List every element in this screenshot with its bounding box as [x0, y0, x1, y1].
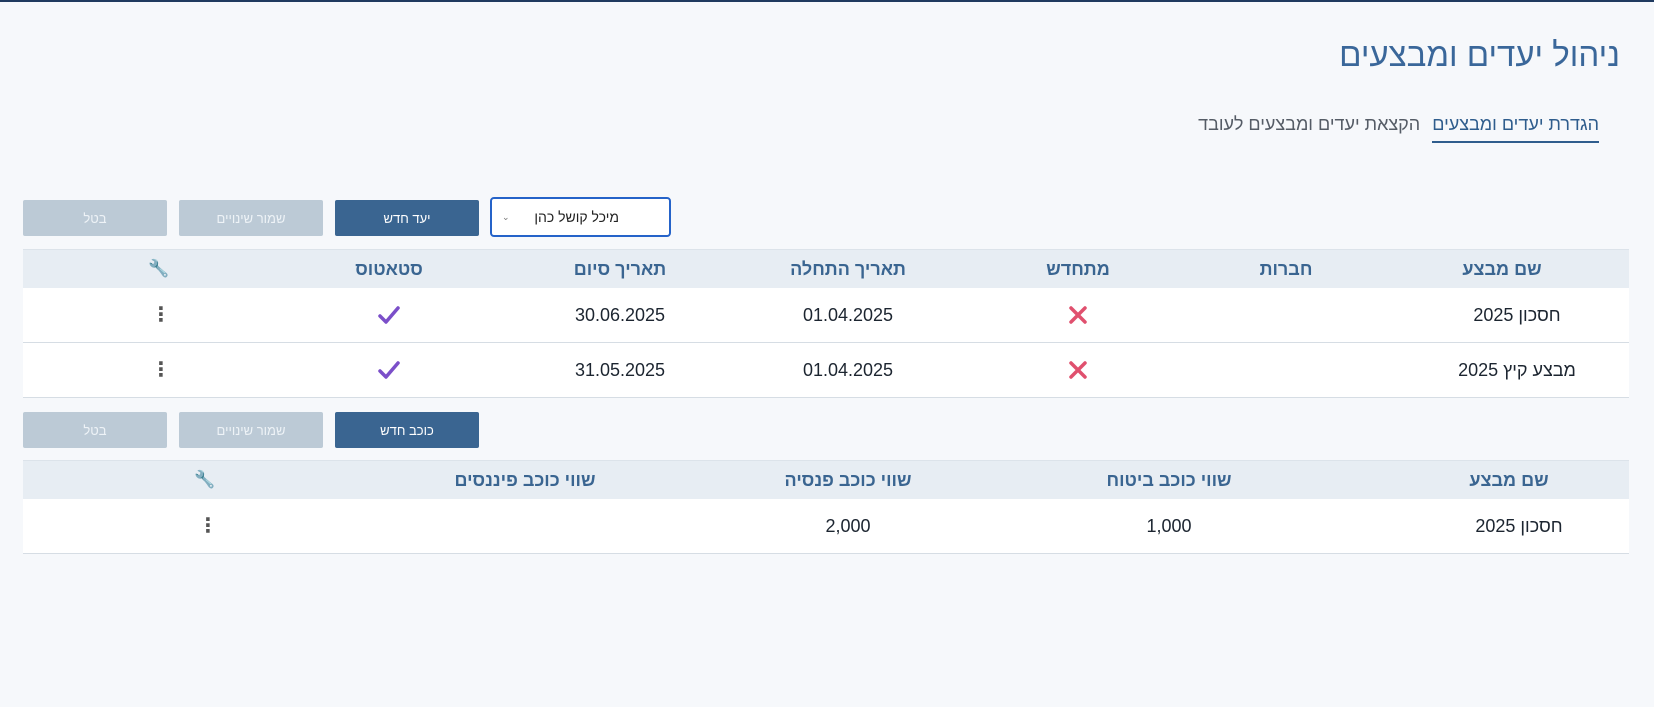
cross-icon — [1067, 304, 1089, 326]
cell-end-date: 31.05.2025 — [574, 359, 666, 380]
cell-start-date: 01.04.2025 — [802, 359, 894, 380]
employee-select[interactable]: מיכל קושל כהן ⌄ — [490, 197, 671, 237]
col-campaign-name: שם מבצע — [1462, 258, 1542, 279]
row-menu-icon[interactable]: ⋮ — [198, 516, 218, 536]
save-changes-button[interactable]: שמור שינויים — [179, 412, 323, 448]
col-status: סטאטוס — [355, 258, 423, 279]
col-pension-star: שווי כוכב פנסיה — [784, 469, 912, 490]
check-icon — [378, 360, 400, 380]
col-end-date: תאריך סיום — [573, 258, 667, 279]
check-icon — [378, 305, 400, 325]
cell-start-date: 01.04.2025 — [802, 304, 894, 325]
table-row[interactable]: חסכון 2025 01.04.2025 30.06.2025 ⋮ — [23, 288, 1629, 343]
row-menu-icon[interactable]: ⋮ — [151, 360, 171, 380]
col-finance-star: שווי כוכב פיננסים — [454, 469, 596, 490]
col-recurring: מתחדש — [1046, 258, 1110, 279]
new-star-button[interactable]: כוכב חדש — [335, 412, 479, 448]
table-row[interactable]: מבצע קיץ 2025 01.04.2025 31.05.2025 ⋮ — [23, 343, 1629, 398]
col-insurance-star: שווי כוכב ביטוח — [1106, 469, 1232, 490]
tab-define-goals[interactable]: הגדרת יעדים ומבצעים — [1432, 112, 1599, 143]
cell-pension-star: 2,000 — [825, 515, 871, 536]
cross-icon — [1067, 359, 1089, 381]
cancel-button[interactable]: בטל — [23, 200, 167, 236]
save-changes-button[interactable]: שמור שינויים — [179, 200, 323, 236]
table-header: שם מבצע שווי כוכב ביטוח שווי כוכב פנסיה … — [23, 460, 1629, 499]
table-row[interactable]: חסכון 2025 1,000 2,000 ⋮ — [23, 499, 1629, 554]
cell-end-date: 30.06.2025 — [574, 304, 666, 325]
col-campaign-name: שם מבצע — [1469, 469, 1549, 490]
cell-insurance-star: 1,000 — [1146, 515, 1192, 536]
wrench-icon[interactable]: 🔧 — [148, 259, 169, 279]
col-start-date: תאריך התחלה — [790, 258, 906, 279]
wrench-icon[interactable]: 🔧 — [194, 470, 215, 490]
new-goal-button[interactable]: יעד חדש — [335, 200, 479, 236]
cell-campaign-name: חסכון 2025 — [1475, 515, 1563, 536]
employee-select-value: מיכל קושל כהן — [534, 209, 619, 225]
cell-campaign-name: חסכון 2025 — [1473, 304, 1561, 325]
table-header: שם מבצע חברות מתחדש תאריך התחלה תאריך סי… — [23, 249, 1629, 288]
cancel-button[interactable]: בטל — [23, 412, 167, 448]
tab-assign-goals[interactable]: הקצאת יעדים ומבצעים לעובד — [1198, 112, 1420, 143]
page-title: ניהול יעדים ומבצעים — [1339, 36, 1620, 73]
cell-campaign-name: מבצע קיץ 2025 — [1458, 359, 1576, 380]
goals-table: שם מבצע חברות מתחדש תאריך התחלה תאריך סי… — [23, 249, 1629, 398]
tabs: הגדרת יעדים ומבצעים הקצאת יעדים ומבצעים … — [1198, 112, 1599, 143]
page: ניהול יעדים ומבצעים הגדרת יעדים ומבצעים … — [0, 2, 1654, 707]
chevron-down-icon: ⌄ — [502, 211, 510, 222]
col-companies: חברות — [1259, 258, 1313, 279]
stars-table: שם מבצע שווי כוכב ביטוח שווי כוכב פנסיה … — [23, 460, 1629, 554]
row-menu-icon[interactable]: ⋮ — [151, 305, 171, 325]
